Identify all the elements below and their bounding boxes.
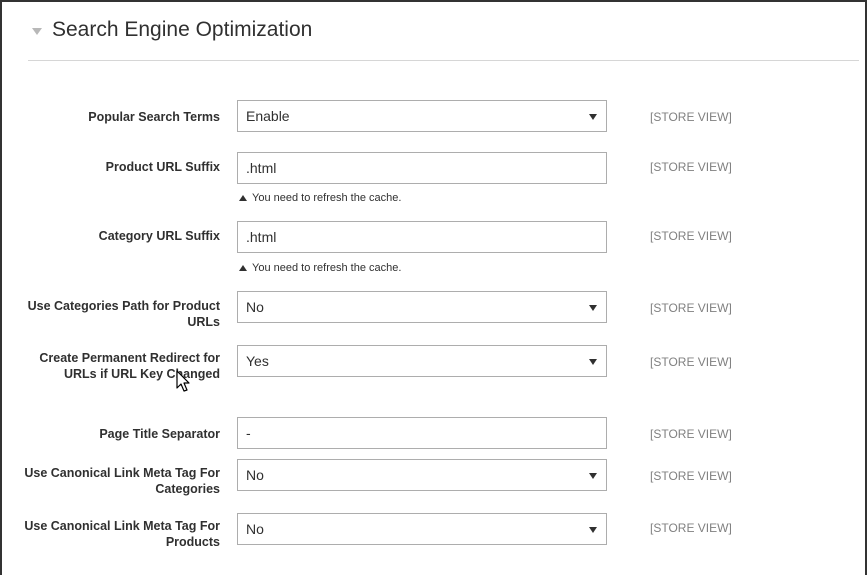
canonical-categories-select[interactable]: No: [237, 459, 607, 491]
select-value: No: [246, 467, 264, 483]
select-value: Enable: [246, 108, 290, 124]
window-border-left: [0, 0, 2, 575]
use-categories-path-select[interactable]: No: [237, 291, 607, 323]
chevron-down-icon: [589, 114, 597, 120]
canonical-products-select[interactable]: No: [237, 513, 607, 545]
field-label: Popular Search Terms: [88, 110, 220, 124]
field-label: Product URL Suffix: [105, 160, 220, 174]
product-url-suffix-input[interactable]: .html: [237, 152, 607, 184]
field-label: Page Title Separator: [99, 427, 220, 441]
refresh-cache-note: You need to refresh the cache.: [239, 262, 401, 274]
scope-label: [STORE VIEW]: [650, 427, 732, 441]
input-value: .html: [246, 160, 277, 176]
page-title-separator-input[interactable]: -: [237, 417, 607, 449]
select-value: No: [246, 299, 264, 315]
section-divider: [28, 60, 859, 61]
category-url-suffix-input[interactable]: .html: [237, 221, 607, 253]
chevron-down-icon: [589, 305, 597, 311]
collapse-triangle-icon[interactable]: [32, 27, 42, 35]
section-title: Search Engine Optimization: [52, 18, 313, 41]
input-value: .html: [246, 229, 277, 245]
scope-label: [STORE VIEW]: [650, 110, 732, 124]
input-value: -: [246, 425, 251, 441]
section-header[interactable]: Search Engine Optimization: [32, 18, 312, 42]
note-text: You need to refresh the cache.: [252, 192, 402, 204]
select-value: No: [246, 521, 264, 537]
permanent-redirect-select[interactable]: Yes: [237, 345, 607, 377]
note-text: You need to refresh the cache.: [252, 262, 402, 274]
select-value: Yes: [246, 353, 269, 369]
mouse-pointer-icon: [176, 370, 190, 392]
field-label: Use Canonical Link Meta Tag For Products: [24, 519, 220, 549]
popular-search-terms-select[interactable]: Enable: [237, 100, 607, 132]
field-label: Use Canonical Link Meta Tag For Categori…: [24, 466, 220, 496]
chevron-down-icon: [589, 359, 597, 365]
field-label: Use Categories Path for Product URLs: [27, 299, 220, 329]
refresh-cache-note: You need to refresh the cache.: [239, 192, 401, 204]
caret-up-icon: [239, 265, 247, 271]
scope-label: [STORE VIEW]: [650, 229, 732, 243]
caret-up-icon: [239, 195, 247, 201]
chevron-down-icon: [589, 473, 597, 479]
chevron-down-icon: [589, 527, 597, 533]
scope-label: [STORE VIEW]: [650, 521, 732, 535]
scope-label: [STORE VIEW]: [650, 469, 732, 483]
scope-label: [STORE VIEW]: [650, 301, 732, 315]
scope-label: [STORE VIEW]: [650, 355, 732, 369]
scope-label: [STORE VIEW]: [650, 160, 732, 174]
window-border-top: [0, 0, 867, 2]
field-label: Category URL Suffix: [98, 229, 220, 243]
